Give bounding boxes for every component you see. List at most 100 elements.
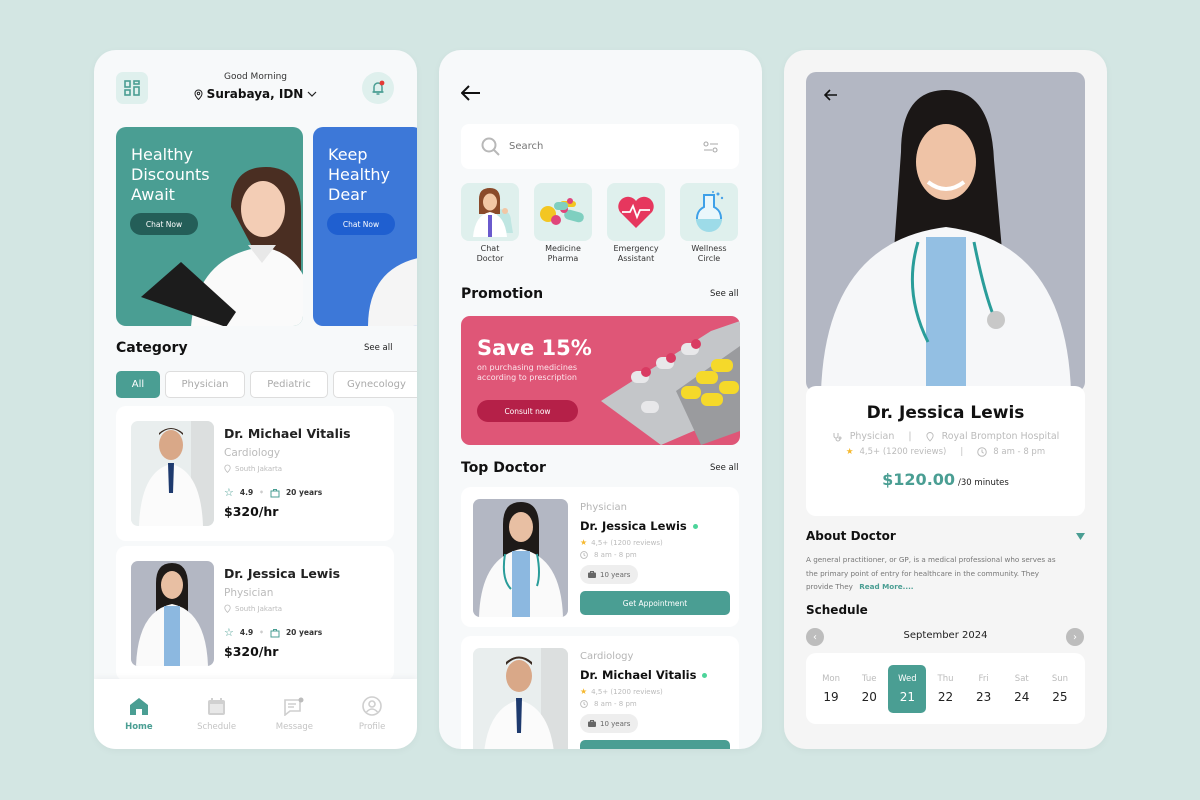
bottom-nav: Home Schedule Message Profile [94,679,417,749]
separator-dot: • [259,488,264,497]
doctor-hospital: Royal Brompton Hospital [941,431,1060,442]
top-doctor-card[interactable]: Physician Dr. Jessica Lewis ★ 4,5+ (1200 … [461,487,739,627]
calendar-day[interactable]: Sun 25 [1041,665,1079,713]
flask-icon [680,183,738,241]
doctor-name-row: Dr. Jessica Lewis [580,519,698,533]
day-date: 22 [937,689,954,704]
month-label: September 2024 [903,630,988,641]
chat-doctor-icon [461,183,519,241]
nav-label: Home [125,721,153,732]
doctor-illustration [368,258,417,326]
consult-now-button[interactable]: Consult now [477,400,578,422]
back-arrow-icon[interactable] [461,85,481,101]
calendar-day[interactable]: Sat 24 [1003,665,1041,713]
search-bar[interactable] [461,124,739,169]
top-doctor-see-all-link[interactable]: See all [710,463,739,473]
doctor-card[interactable]: Dr. Michael Vitalis Cardiology South Jak… [116,406,394,541]
about-doctor-title: About Doctor [806,529,896,543]
chat-now-button[interactable]: Chat Now [327,213,395,235]
doctor-reviews: ★ 4,5+ (1200 reviews) [580,687,663,696]
promotion-banner[interactable]: Save 15% on purchasing medicines accordi… [461,316,740,445]
promotion-see-all-link[interactable]: See all [710,289,739,299]
next-month-button[interactable]: › [1066,628,1084,646]
doctor-name: Dr. Michael Vitalis [580,668,697,682]
category-title: Category [116,340,188,356]
star-icon: ★ [580,538,588,547]
top-doctor-card[interactable]: Cardiology Dr. Michael Vitalis ★ 4,5+ (12… [461,636,739,749]
clock-icon [977,447,988,457]
service-label: Wellness [691,244,727,253]
star-icon: ★ [580,687,588,696]
experience-value: 20 years [285,628,323,637]
service-label: Medicine [545,244,581,253]
service-label: Emergency [613,244,659,253]
nav-label: Profile [358,722,386,732]
nav-profile[interactable]: Profile [342,696,402,732]
promo-banner-2[interactable]: Keep Healthy Dear Chat Now [313,127,417,326]
doctor-name: Dr. Jessica Lewis [866,403,1025,423]
get-appointment-button[interactable] [580,740,730,749]
chip-pediatric[interactable]: Pediatric [250,371,328,398]
day-date: 20 [861,689,877,704]
pill-blister-illustration [601,321,740,445]
location-label: Surabaya, IDN [206,87,304,101]
doctor-price: $320/hr [224,644,279,659]
service-chat-doctor[interactable]: Chat Doctor [461,183,519,264]
doctor-specialty: Cardiology [224,447,281,459]
doctor-name: Dr. Jessica Lewis [580,519,687,533]
day-name: Thu [937,673,954,684]
chip-physician[interactable]: Physician [165,371,245,398]
star-outline-icon: ☆ [224,486,234,499]
service-wellness-circle[interactable]: Wellness Circle [680,183,738,264]
back-arrow-icon[interactable] [824,89,838,101]
nav-message[interactable]: Message [264,697,324,732]
calendar-day[interactable]: Mon 19 [812,665,850,713]
calendar-day[interactable]: Thu 22 [926,665,964,713]
service-medicine-pharma[interactable]: Medicine Pharma [534,183,592,264]
get-appointment-button[interactable]: Get Appointment [580,591,730,615]
promo-line: on purchasing medicines [477,363,578,372]
divider: | [960,447,964,457]
read-more-link[interactable]: Read More.... [859,582,913,591]
day-name: Mon [822,673,841,684]
rating-value: 4.9 [239,628,254,637]
nav-home[interactable]: Home [109,697,169,732]
star-icon: ★ [845,447,854,457]
nav-schedule[interactable]: Schedule [187,697,247,732]
collapse-triangle-icon[interactable] [1076,533,1085,540]
bell-icon [372,80,385,95]
calendar-icon [208,697,226,715]
doctor-reviews-row: ★ 4,5+ (1200 reviews) | 8 am - 8 pm [806,447,1085,457]
profile-icon [362,696,382,716]
search-input[interactable] [509,141,694,152]
stethoscope-icon [833,432,842,441]
doctor-detail-screen: Dr. Jessica Lewis Physician | Royal Brom… [784,50,1107,749]
chip-all[interactable]: All [116,371,160,398]
doctor-info-card: Dr. Jessica Lewis Physician | Royal Brom… [806,386,1085,516]
calendar-day[interactable]: Fri 23 [965,665,1003,713]
calendar-day[interactable]: Tue 20 [850,665,888,713]
location-pin-icon [194,89,203,100]
banner-title: Keep Healthy Dear [328,145,391,204]
service-emergency-assistant[interactable]: Emergency Assistant [607,183,665,264]
about-doctor-text: A general practitioner, or GP, is a medi… [806,553,1056,594]
price-unit: /30 minutes [958,478,1009,488]
service-label: Doctor [476,254,504,263]
category-see-all-link[interactable]: See all [364,343,393,353]
chip-gynecology[interactable]: Gynecology [333,371,417,398]
experience-badge: 10 years [580,714,639,733]
doctor-woman-illustration [141,167,303,326]
location-text: South Jakarta [235,464,283,473]
chevron-down-icon [307,91,317,97]
doctor-price: $320/hr [224,504,279,519]
day-name: Wed [898,673,917,684]
top-doctor-title: Top Doctor [461,460,546,476]
promo-banner-1[interactable]: Healthy Discounts Await Chat Now [116,127,303,326]
calendar-day-selected[interactable]: Wed 21 [888,664,927,713]
notification-button[interactable] [362,72,394,104]
filter-icon[interactable] [703,140,719,153]
doctor-card[interactable]: Dr. Jessica Lewis Physician South Jakart… [116,546,394,681]
hours-text: 8 am - 8 pm [594,700,637,708]
doctor-specialty: Cardiology [580,651,634,662]
separator-dot: • [259,628,264,637]
